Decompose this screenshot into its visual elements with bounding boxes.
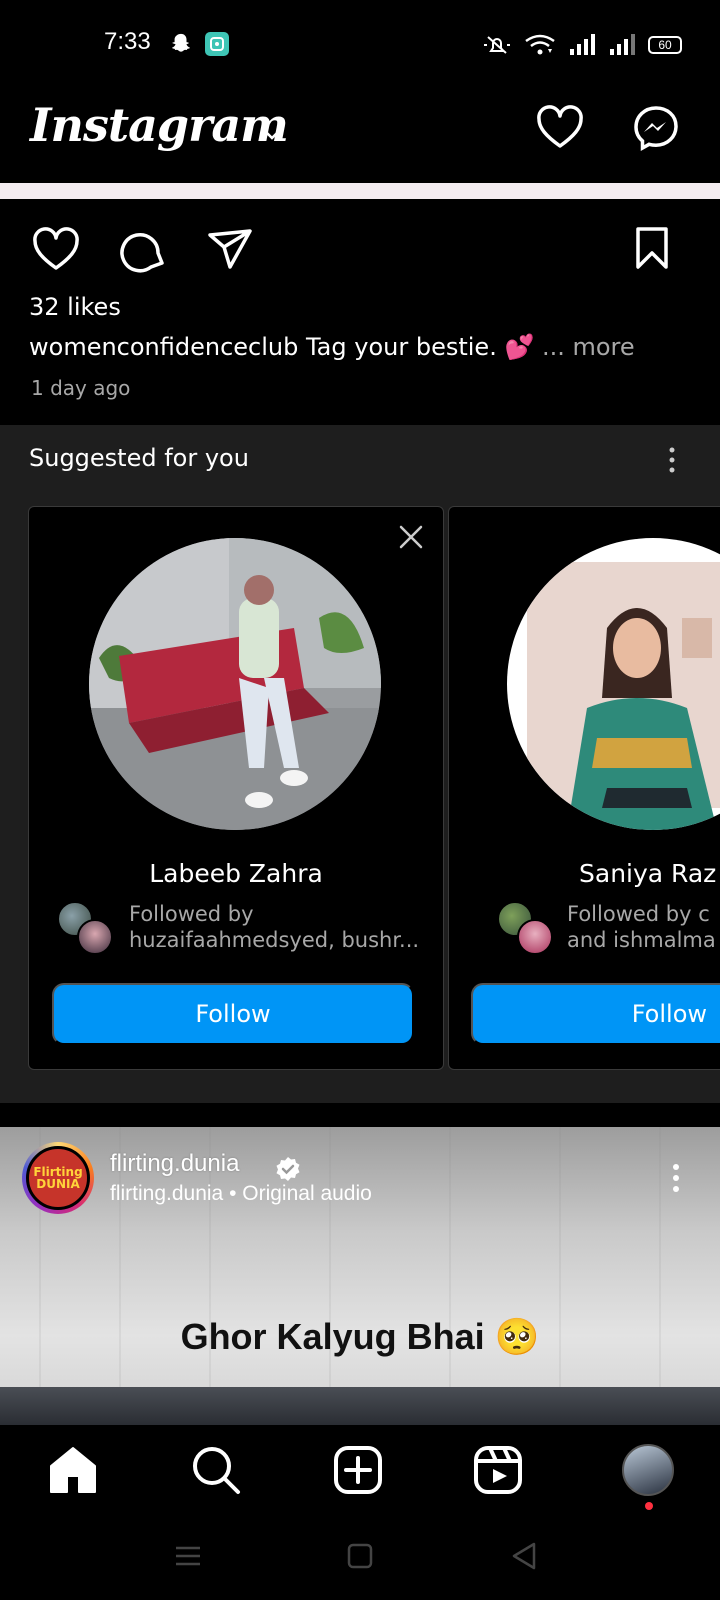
- reel-more-options-icon[interactable]: [669, 1162, 683, 1194]
- post-time: 1 day ago: [31, 376, 131, 400]
- post-caption[interactable]: womenconfidenceclub Tag your bestie. 💕 .…: [29, 333, 635, 361]
- chevron-down-icon[interactable]: [262, 124, 282, 144]
- reels-icon[interactable]: [472, 1444, 524, 1496]
- reel-author-avatar[interactable]: Flirting DUNIA: [22, 1142, 94, 1214]
- reel-avatar-logo: Flirting DUNIA: [26, 1146, 90, 1210]
- share-icon[interactable]: [206, 225, 254, 273]
- follow-button[interactable]: Follow: [471, 983, 720, 1045]
- more-options-icon[interactable]: [665, 446, 679, 474]
- suggested-title: Suggested for you: [29, 444, 249, 472]
- status-icons: 60: [482, 30, 682, 60]
- home-icon[interactable]: [47, 1444, 99, 1496]
- snapchat-icon: [171, 33, 191, 52]
- mutual-followers-avatars: [497, 901, 557, 961]
- mutual-followers-text: Followed by huzaifaahmedsyed, bushr...: [129, 901, 419, 953]
- dismiss-close-icon[interactable]: [397, 523, 425, 551]
- search-icon[interactable]: [190, 1444, 242, 1496]
- previous-post-image-edge: [0, 183, 720, 199]
- mutual-avatar: [77, 919, 113, 955]
- suggestion-name[interactable]: Labeeb Zahra: [29, 859, 443, 888]
- reel-video-scene: [0, 1387, 720, 1425]
- caption-username[interactable]: womenconfidenceclub: [29, 333, 298, 361]
- mutual-line-2: huzaifaahmedsyed, bushr...: [129, 928, 420, 952]
- suggestion-name[interactable]: Saniya Raz: [579, 859, 716, 888]
- bookmark-icon[interactable]: [628, 225, 676, 273]
- reel-username[interactable]: flirting.dunia: [110, 1150, 239, 1178]
- reel-audio-subtitle[interactable]: flirting.dunia • Original audio: [110, 1182, 372, 1206]
- mutual-followers-text: Followed by c and ishmalma: [567, 901, 716, 953]
- notifications-heart-icon[interactable]: [536, 104, 584, 150]
- mutual-line-1: Followed by c: [567, 902, 710, 926]
- profile-avatar[interactable]: [622, 1444, 674, 1496]
- app-icon: [205, 32, 229, 56]
- like-heart-icon[interactable]: [32, 225, 80, 273]
- signal-icon-2: [610, 34, 635, 55]
- create-post-icon[interactable]: [332, 1444, 384, 1496]
- likes-count[interactable]: 32 likes: [29, 293, 121, 321]
- suggestion-card[interactable]: Labeeb Zahra Followed by huzaifaahmedsye…: [28, 506, 444, 1070]
- verified-badge-icon: [276, 1157, 300, 1181]
- messenger-icon[interactable]: [632, 104, 680, 152]
- suggestion-profile-photo[interactable]: [89, 538, 381, 830]
- suggestion-profile-photo[interactable]: [507, 538, 720, 830]
- home-square-icon[interactable]: [344, 1540, 376, 1572]
- wifi-icon: [525, 34, 555, 55]
- status-time: 7:33: [104, 28, 151, 55]
- suggestion-card[interactable]: Saniya Raz Followed by c and ishmalma Fo…: [448, 506, 720, 1070]
- reel-overlay-text: Ghor Kalyug Bhai 🥺: [180, 1316, 540, 1357]
- back-icon[interactable]: [508, 1540, 540, 1572]
- battery-icon: 60: [648, 36, 682, 54]
- notification-dot: [645, 1502, 653, 1510]
- instagram-logo[interactable]: Instagram: [30, 98, 289, 152]
- reel-video[interactable]: [0, 1127, 720, 1425]
- mutual-line-1: Followed by: [129, 902, 254, 926]
- signal-icon: [570, 34, 595, 55]
- mutual-followers-avatars: [57, 901, 117, 961]
- mutual-avatar: [517, 919, 553, 955]
- caption-text: Tag your bestie. 💕: [298, 333, 535, 361]
- caption-more-link[interactable]: ... more: [542, 333, 635, 361]
- menu-icon[interactable]: [172, 1540, 204, 1572]
- mutual-line-2: and ishmalma: [567, 928, 716, 952]
- follow-button[interactable]: Follow: [52, 983, 414, 1045]
- comment-icon[interactable]: [120, 225, 168, 273]
- mute-icon: [484, 36, 510, 54]
